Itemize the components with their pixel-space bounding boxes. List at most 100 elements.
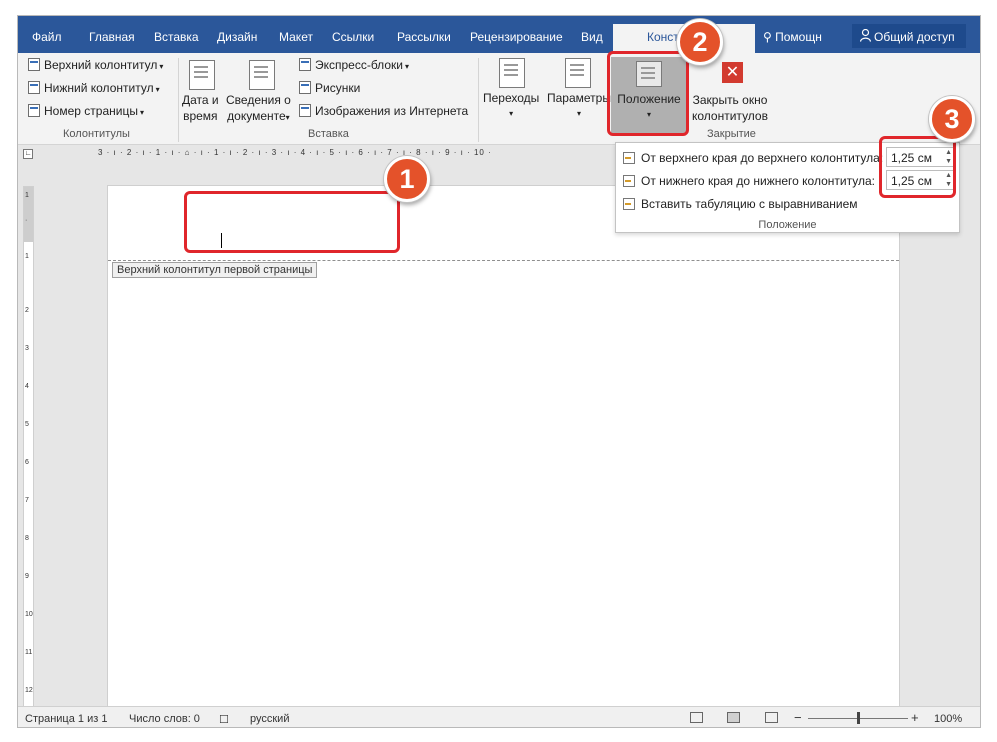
ruler-number: 8 [25, 535, 29, 542]
tab-insert[interactable]: Вставка [154, 30, 199, 44]
tab-selector[interactable]: ∟ [23, 149, 33, 159]
document-info-line1: Сведения о [226, 93, 291, 107]
close-line2: колонтитулов [692, 109, 768, 123]
tab-references[interactable]: Ссылки [332, 30, 374, 44]
ruler-number: 12 [25, 687, 33, 694]
page-number-button[interactable]: Номер страницы ▾ [28, 104, 144, 118]
footer-position-icon [623, 175, 635, 187]
navigation-button[interactable]: Переходы ▾ [483, 90, 539, 122]
close-line1: Закрыть окно [692, 93, 768, 107]
share-label: Общий доступ [874, 30, 955, 44]
quick-parts-label: Экспресс-блоки [315, 58, 403, 72]
ruler-number: 7 [25, 497, 29, 504]
group-divider [178, 58, 179, 142]
document-info-button[interactable]: Сведения о документе▾ [226, 92, 291, 126]
options-label: Параметры [547, 91, 611, 105]
language[interactable]: русский [250, 713, 289, 725]
date-time-line1: Дата и [182, 93, 219, 107]
date-time-button[interactable]: Дата и время [182, 92, 219, 124]
header-from-top-label: От верхнего края до верхнего колонтитула… [641, 151, 884, 165]
ruler-number: 5 [25, 421, 29, 428]
header-label: Верхний колонтитул [44, 58, 158, 72]
ruler-number: 4 [25, 383, 29, 390]
tell-me-button[interactable]: ⚲ Помощн [763, 30, 822, 44]
header-button[interactable]: Верхний колонтитул ▾ [28, 58, 163, 72]
read-mode-icon[interactable] [690, 712, 703, 723]
tab-home[interactable]: Главная [89, 30, 135, 44]
ruler-number: 3 [25, 345, 29, 352]
document-info-icon [249, 60, 275, 90]
options-button[interactable]: Параметры ▾ [547, 90, 611, 122]
chevron-down-icon: ▾ [404, 62, 409, 71]
ruler-number: 9 [25, 573, 29, 580]
close-header-footer-button[interactable]: Закрыть окно колонтитулов [692, 92, 768, 124]
zoom-slider-thumb[interactable] [857, 712, 860, 724]
share-button[interactable]: Общий доступ [852, 24, 966, 48]
tab-layout[interactable]: Макет [279, 30, 313, 44]
header-position-icon [623, 152, 635, 164]
group-insert-label: Вставка [308, 128, 349, 140]
tab-mailings[interactable]: Рассылки [397, 30, 451, 44]
zoom-in-button[interactable]: + [911, 710, 919, 725]
vertical-ruler[interactable]: 1 · 1 2 3 4 5 6 7 8 9 10 11 12 [23, 186, 34, 716]
online-pictures-label: Изображения из Интернета [315, 104, 469, 118]
tab-view[interactable]: Вид [581, 30, 603, 44]
chevron-down-icon: ▾ [285, 113, 290, 122]
navigation-label: Переходы [483, 91, 540, 105]
web-layout-icon[interactable] [765, 712, 778, 723]
group-divider [478, 58, 479, 142]
dropdown-group-label: Положение [758, 219, 817, 231]
ruler-number: 2 [25, 307, 29, 314]
tab-review[interactable]: Рецензирование [470, 30, 563, 44]
tell-me-label: Помощн [775, 30, 822, 44]
ruler-number: 6 [25, 459, 29, 466]
zoom-level[interactable]: 100% [934, 713, 962, 725]
footer-from-bottom-row: От нижнего края до нижнего колонтитула: [623, 174, 875, 188]
group-close-label: Закрытие [707, 128, 756, 140]
footer-from-bottom-label: От нижнего края до нижнего колонтитула: [641, 174, 875, 188]
header-from-top-row: От верхнего края до верхнего колонтитула… [623, 151, 883, 165]
online-picture-icon [299, 104, 311, 117]
online-pictures-button[interactable]: Изображения из Интернета [299, 104, 468, 118]
chevron-down-icon: ▾ [509, 109, 514, 118]
insert-alignment-tab-button[interactable]: Вставить табуляцию с выравниванием [623, 197, 858, 211]
page-count[interactable]: Страница 1 из 1 [25, 713, 107, 725]
header-boundary [108, 260, 899, 261]
lightbulb-icon: ⚲ [763, 30, 776, 44]
pictures-label: Рисунки [315, 81, 361, 95]
quick-parts-icon [299, 58, 311, 71]
zoom-out-button[interactable]: − [794, 710, 802, 725]
picture-icon [299, 81, 311, 94]
word-count[interactable]: Число слов: 0 [129, 713, 200, 725]
print-layout-icon[interactable] [727, 712, 740, 723]
tab-design[interactable]: Дизайн [217, 30, 257, 44]
proofing-icon[interactable]: ☐ [219, 713, 229, 726]
header-tag: Верхний колонтитул первой страницы [112, 262, 318, 278]
date-time-line2: время [183, 109, 218, 123]
ruler-number: 1 [25, 253, 29, 260]
callout-highlight-2 [607, 51, 689, 136]
word-window: Файл Главная Вставка Дизайн Макет Ссылки… [17, 15, 981, 728]
tab-file[interactable]: Файл [32, 30, 62, 44]
chevron-down-icon: ▾ [576, 109, 581, 118]
pictures-button[interactable]: Рисунки [299, 81, 360, 95]
horizontal-ruler[interactable]: 3 · ı · 2 · ı · 1 · ı · ⌂ · ı · 1 · ı · … [98, 148, 618, 160]
footer-label: Нижний колонтитул [44, 81, 154, 95]
chevron-down-icon: ▾ [159, 62, 164, 71]
page-number-icon [28, 104, 40, 117]
ruler-number: 10 [25, 611, 33, 618]
callout-badge-1: 1 [384, 156, 430, 202]
footer-button[interactable]: Нижний колонтитул ▾ [28, 81, 160, 95]
ruler-number: 11 [25, 649, 33, 656]
chevron-down-icon: ▾ [139, 108, 144, 117]
page-number-label: Номер страницы [44, 104, 138, 118]
status-bar: Страница 1 из 1 Число слов: 0 ☐ русский … [18, 706, 980, 727]
document-info-line2: документе [227, 109, 286, 123]
insert-alignment-tab-label: Вставить табуляцию с выравниванием [641, 197, 858, 211]
navigation-icon [499, 58, 525, 88]
callout-badge-2: 2 [677, 19, 723, 65]
document-page[interactable]: Верхний колонтитул первой страницы [107, 185, 900, 725]
quick-parts-button[interactable]: Экспресс-блоки ▾ [299, 58, 409, 72]
ruler-number: · [25, 217, 28, 224]
header-icon [28, 58, 40, 71]
